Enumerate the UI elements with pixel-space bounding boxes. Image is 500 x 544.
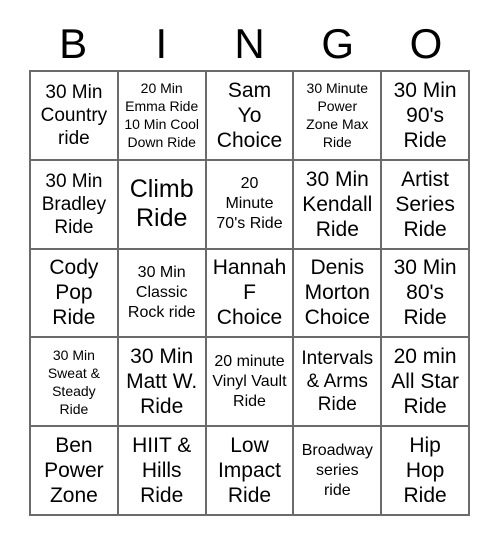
bingo-cell-label: Climb Ride xyxy=(129,175,194,233)
bingo-cell-label: 30 Minute Power Zone Max Ride xyxy=(306,80,369,151)
bingo-cell-n2[interactable]: 20 Minute 70's Ride xyxy=(206,160,295,250)
bingo-cell-o5[interactable]: Hip Hop Ride xyxy=(382,427,470,516)
bingo-cell-i2[interactable]: Climb Ride xyxy=(118,160,207,250)
bingo-cell-label: 20 minute Vinyl Vault Ride xyxy=(212,352,287,410)
bingo-cell-label: Hannah F Choice xyxy=(212,256,287,330)
bingo-cell-b5[interactable]: Ben Power Zone xyxy=(31,427,119,516)
bingo-header-letter-o: O xyxy=(409,20,443,67)
bingo-cell-b1[interactable]: 30 Min Country ride xyxy=(31,72,119,161)
bingo-header-letter-b: B xyxy=(59,20,88,67)
bingo-cell-o1[interactable]: 30 Min 90's Ride xyxy=(382,72,470,161)
bingo-cell-label: 20 Min Emma Ride 10 Min Cool Down Ride xyxy=(124,80,200,151)
bingo-header-row: B I N G O xyxy=(29,18,470,70)
bingo-cell-o3[interactable]: 30 Min 80's Ride xyxy=(382,249,470,339)
bingo-cell-g4[interactable]: Intervals & Arms Ride xyxy=(294,338,383,428)
bingo-cell-o2[interactable]: Artist Series Ride xyxy=(382,160,470,250)
bingo-cell-label: HIIT & Hills Ride xyxy=(132,434,192,508)
bingo-cell-n3[interactable]: Hannah F Choice xyxy=(206,249,295,339)
bingo-cell-label: 30 Min Kendall Ride xyxy=(302,167,373,241)
bingo-cell-label: Denis Morton Choice xyxy=(304,256,370,330)
bingo-header-letter-i: I xyxy=(155,20,168,67)
bingo-cell-g3[interactable]: Denis Morton Choice xyxy=(294,249,383,339)
bingo-cell-label: 20 min All Star Ride xyxy=(391,345,459,419)
bingo-cell-label: 30 Min Country ride xyxy=(40,81,108,149)
bingo-cell-label: Broadway series ride xyxy=(301,441,373,499)
bingo-cell-i1[interactable]: 20 Min Emma Ride 10 Min Cool Down Ride xyxy=(118,72,207,161)
bingo-cell-n4[interactable]: 20 minute Vinyl Vault Ride xyxy=(206,338,295,428)
bingo-cell-label: Sam Yo Choice xyxy=(216,78,283,152)
bingo-cell-label: Intervals & Arms Ride xyxy=(301,348,374,416)
bingo-cell-label: 20 Minute 70's Ride xyxy=(216,175,283,233)
bingo-cell-i4[interactable]: 30 Min Matt W. Ride xyxy=(118,338,207,428)
bingo-cell-o4[interactable]: 20 min All Star Ride xyxy=(382,338,470,428)
bingo-cell-g1[interactable]: 30 Minute Power Zone Max Ride xyxy=(294,72,383,161)
bingo-cell-b4[interactable]: 30 Min Sweat & Steady Ride xyxy=(31,338,119,428)
bingo-cell-label: 30 Min Classic Rock ride xyxy=(127,263,196,321)
bingo-cell-label: 30 Min 90's Ride xyxy=(393,78,457,152)
bingo-cell-label: 30 Min Sweat & Steady Ride xyxy=(47,346,100,417)
bingo-cell-i3[interactable]: 30 Min Classic Rock ride xyxy=(118,249,207,339)
bingo-cell-n1[interactable]: Sam Yo Choice xyxy=(206,72,295,161)
bingo-cell-g5[interactable]: Broadway series ride xyxy=(294,427,383,516)
bingo-card: B I N G O 30 Min Country ride 20 Min Emma… xyxy=(0,0,500,544)
bingo-cell-label: 30 Min Matt W. Ride xyxy=(126,345,198,419)
bingo-cell-label: Artist Series Ride xyxy=(395,167,455,241)
bingo-cell-label: Low Impact Ride xyxy=(217,434,281,508)
bingo-cell-n5[interactable]: Low Impact Ride xyxy=(206,427,295,516)
bingo-cell-g2[interactable]: 30 Min Kendall Ride xyxy=(294,160,383,250)
bingo-cell-b3[interactable]: Cody Pop Ride xyxy=(31,249,119,339)
bingo-cell-b2[interactable]: 30 Min Bradley Ride xyxy=(31,160,119,250)
bingo-cell-label: 30 Min 80's Ride xyxy=(393,256,457,330)
bingo-cell-label: Ben Power Zone xyxy=(44,434,104,508)
bingo-cell-label: Hip Hop Ride xyxy=(403,434,447,508)
bingo-header-letter-n: N xyxy=(234,20,265,67)
bingo-grid: 30 Min Country ride 20 Min Emma Ride 10 M… xyxy=(29,70,470,516)
bingo-cell-label: Cody Pop Ride xyxy=(49,256,99,330)
bingo-header-letter-g: G xyxy=(321,20,355,67)
bingo-cell-i5[interactable]: HIIT & Hills Ride xyxy=(118,427,207,516)
bingo-cell-label: 30 Min Bradley Ride xyxy=(41,170,107,238)
